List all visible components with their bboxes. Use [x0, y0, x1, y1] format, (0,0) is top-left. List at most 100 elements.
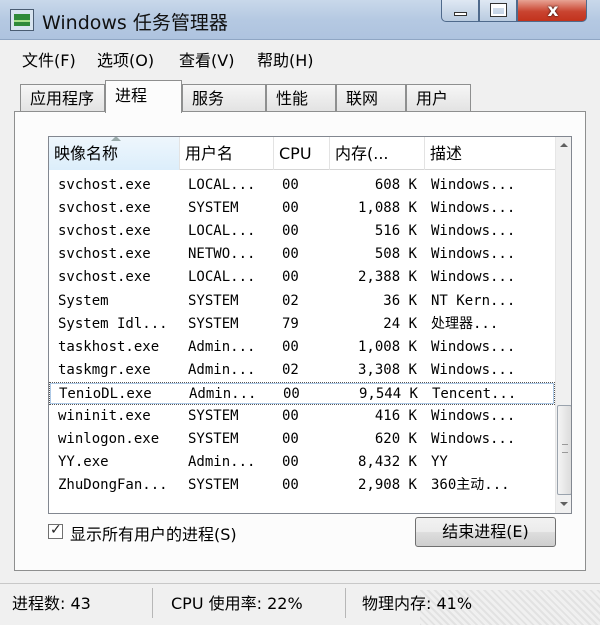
process-user: SYSTEM — [188, 408, 239, 424]
window-title: Windows 任务管理器 — [42, 12, 228, 34]
process-cpu: 00 — [282, 177, 299, 193]
process-description: Windows... — [431, 200, 516, 217]
status-cpu-usage: CPU 使用率: 22% — [171, 594, 303, 613]
process-cpu: 02 — [282, 361, 299, 378]
process-cpu: 00 — [283, 385, 300, 402]
process-user: LOCAL... — [188, 177, 256, 193]
process-name: svchost.exe — [58, 223, 151, 240]
tab-users[interactable]: 用户 — [406, 84, 471, 112]
process-memory: 620 K — [374, 431, 417, 448]
process-row[interactable]: taskmgr.exe Admin... 02 3,308 K Windows... — [49, 359, 555, 382]
scroll-thumb[interactable] — [557, 405, 571, 495]
process-description: Windows... — [431, 408, 516, 424]
process-memory: 8,432 K — [357, 454, 417, 471]
process-row[interactable]: svchost.exe SYSTEM 00 1,088 K Windows... — [49, 197, 555, 220]
status-process-count: 进程数: 43 — [12, 594, 91, 613]
process-row[interactable]: System Idl... SYSTEM 79 24 K 处理器... — [49, 313, 555, 336]
menu-file[interactable]: 文件(F) — [22, 47, 76, 71]
process-name: svchost.exe — [58, 177, 151, 193]
process-name: ZhuDongFan... — [58, 477, 168, 494]
process-description: 处理器... — [431, 315, 499, 332]
process-cpu: 00 — [282, 269, 299, 286]
process-cpu: 00 — [282, 223, 299, 240]
scroll-down-icon[interactable] — [556, 496, 571, 513]
process-memory: 608 K — [374, 177, 417, 193]
process-row[interactable]: winlogon.exe SYSTEM 00 620 K Windows... — [49, 428, 555, 451]
process-user: Admin... — [188, 338, 256, 355]
process-name: taskmgr.exe — [58, 361, 151, 378]
tab-performance[interactable]: 性能 — [266, 84, 336, 112]
process-row[interactable]: svchost.exe LOCAL... 00 516 K Windows... — [49, 220, 555, 243]
process-cpu: 00 — [282, 408, 299, 424]
column-header-memory[interactable]: 内存(... — [330, 137, 425, 170]
column-header-user[interactable]: 用户名 — [180, 137, 274, 170]
process-row[interactable]: taskhost.exe Admin... 00 1,008 K Windows... — [49, 336, 555, 359]
process-cpu: 00 — [282, 431, 299, 448]
end-process-button[interactable]: 结束进程(E) — [415, 517, 556, 547]
column-header-cpu[interactable]: CPU — [274, 137, 330, 170]
status-divider — [345, 588, 346, 618]
process-user: SYSTEM — [188, 315, 239, 332]
close-icon: x — [547, 1, 559, 21]
process-name: System — [58, 292, 109, 309]
show-all-users-label[interactable]: 显示所有用户的进程(S) — [70, 521, 237, 545]
process-list[interactable]: 映像名称 用户名 CPU 内存(... 描述 svchost.exe LOCAL.… — [48, 136, 572, 514]
process-memory: 2,908 K — [357, 477, 417, 494]
process-description: Windows... — [431, 223, 516, 240]
process-name: svchost.exe — [58, 200, 151, 217]
column-header-image-name[interactable]: 映像名称 — [49, 137, 180, 170]
scroll-up-icon[interactable] — [556, 137, 571, 154]
process-name: svchost.exe — [58, 269, 151, 286]
process-memory: 1,008 K — [357, 338, 417, 355]
process-description: Windows... — [431, 338, 516, 355]
tab-networking[interactable]: 联网 — [336, 84, 406, 112]
process-memory: 416 K — [374, 408, 417, 424]
tab-applications[interactable]: 应用程序 — [20, 84, 105, 112]
column-header-description[interactable]: 描述 — [425, 137, 555, 170]
process-row[interactable]: ZhuDongFan... SYSTEM 00 2,908 K 360主动... — [49, 474, 555, 497]
process-description: Windows... — [431, 361, 516, 378]
process-row[interactable]: svchost.exe LOCAL... 00 2,388 K Windows... — [49, 266, 555, 289]
menu-options[interactable]: 选项(O) — [97, 47, 154, 71]
close-button[interactable]: x — [517, 0, 587, 22]
process-name: taskhost.exe — [58, 338, 160, 355]
process-description: Windows... — [431, 246, 516, 263]
process-row[interactable]: TenioDL.exe Admin... 00 9,544 K Tencent... — [49, 381, 555, 405]
process-user: SYSTEM — [188, 431, 239, 448]
status-divider — [152, 588, 153, 618]
process-row[interactable]: svchost.exe LOCAL... 00 608 K Windows... — [49, 174, 555, 197]
process-description: NT Kern... — [431, 292, 516, 309]
process-memory: 2,388 K — [357, 269, 417, 286]
process-user: NETWO... — [188, 246, 256, 263]
process-name: TenioDL.exe — [59, 385, 152, 402]
status-bar: 进程数: 43 CPU 使用率: 22% 物理内存: 41% — [0, 583, 600, 625]
process-memory: 36 K — [383, 292, 417, 309]
process-row[interactable]: System SYSTEM 02 36 K NT Kern... — [49, 290, 555, 313]
process-row[interactable]: svchost.exe NETWO... 00 508 K Windows... — [49, 243, 555, 266]
task-manager-icon — [10, 9, 34, 31]
tab-services[interactable]: 服务 — [182, 84, 266, 112]
process-row[interactable]: wininit.exe SYSTEM 00 416 K Windows... — [49, 405, 555, 428]
menu-bar: 文件(F) 选项(O) 查看(V) 帮助(H) — [0, 43, 600, 73]
process-description: 360主动... — [431, 477, 510, 494]
menu-view[interactable]: 查看(V) — [179, 47, 234, 71]
column-header-label: 映像名称 — [54, 144, 119, 163]
list-header: 映像名称 用户名 CPU 内存(... 描述 — [49, 137, 555, 170]
vertical-scrollbar[interactable] — [555, 137, 571, 513]
maximize-button[interactable] — [479, 0, 517, 22]
process-user: SYSTEM — [188, 477, 239, 494]
process-memory: 9,544 K — [358, 385, 418, 402]
tab-processes[interactable]: 进程 — [105, 80, 182, 113]
process-row[interactable]: YY.exe Admin... 00 8,432 K YY — [49, 451, 555, 474]
process-user: Admin... — [188, 454, 256, 471]
sort-arrow-icon — [111, 137, 121, 141]
show-all-users-checkbox[interactable] — [48, 522, 63, 539]
process-cpu: 00 — [282, 454, 299, 471]
menu-help[interactable]: 帮助(H) — [257, 47, 314, 71]
process-description: Windows... — [431, 177, 516, 193]
minimize-button[interactable] — [441, 0, 479, 22]
process-cpu: 02 — [282, 292, 299, 309]
process-name: YY.exe — [58, 454, 109, 471]
process-user: Admin... — [188, 361, 256, 378]
maximize-icon — [490, 3, 507, 17]
